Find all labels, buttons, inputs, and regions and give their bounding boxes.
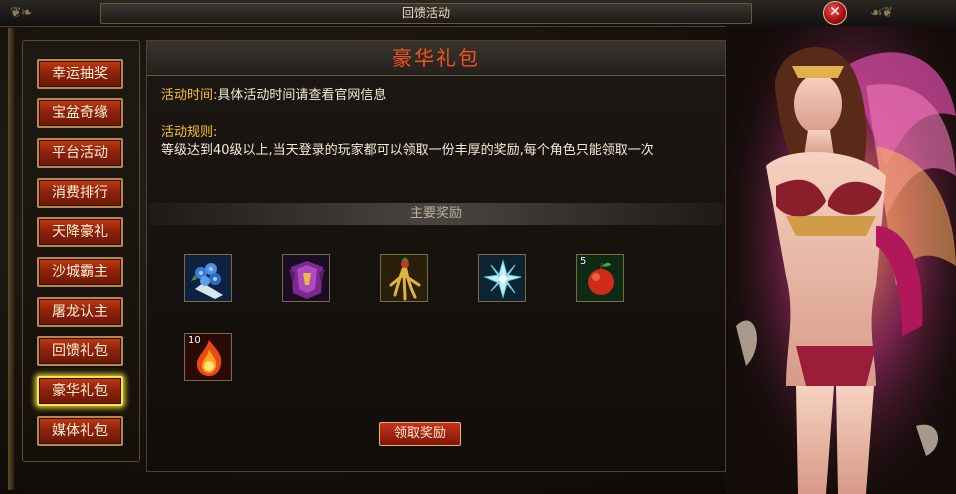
left-ornament: ❦❧ <box>10 5 32 21</box>
event-window: ❦❧ 回馈活动 ☙❦ ✕ 幸运抽奖 宝盆奇缘 平台活动 消费排行 天降豪礼 沙城… <box>0 0 956 494</box>
claim-reward-button[interactable]: 领取奖励 <box>379 422 461 446</box>
close-icon[interactable]: ✕ <box>823 1 847 25</box>
sidebar-item-media-pack[interactable]: 媒体礼包 <box>37 416 123 446</box>
right-ornament: ☙❦ <box>870 5 893 21</box>
crystal-flower-icon[interactable] <box>478 254 526 302</box>
purple-armor-icon[interactable] <box>282 254 330 302</box>
event-rules-text: 等级达到40级以上,当天登录的玩家都可以领取一份丰厚的奖励,每个角色只能领取一次 <box>161 143 654 158</box>
page-title: 豪华礼包 <box>392 46 480 70</box>
item-quantity: 5 <box>580 256 587 267</box>
golden-ginseng-icon[interactable] <box>380 254 428 302</box>
rewards-header: 主要奖励 <box>149 203 723 225</box>
sidebar-item-treasure-basin[interactable]: 宝盆奇缘 <box>37 98 123 128</box>
event-time-label: 活动时间: <box>161 88 218 103</box>
header-bar: 豪华礼包 <box>147 41 725 76</box>
character-portrait <box>726 26 956 494</box>
sidebar-item-sky-gifts[interactable]: 天降豪礼 <box>37 217 123 247</box>
sidebar-item-dragon-slayer[interactable]: 屠龙认主 <box>37 297 123 327</box>
content-panel: 豪华礼包 活动时间:具体活动时间请查看官网信息 活动规则: 等级达到40级以上,… <box>146 40 726 472</box>
activity-sidebar: 幸运抽奖 宝盆奇缘 平台活动 消费排行 天降豪礼 沙城霸主 屠龙认主 回馈礼包 … <box>22 40 140 462</box>
fire-orb-icon[interactable]: 10 <box>184 333 232 381</box>
sidebar-item-sand-city-lord[interactable]: 沙城霸主 <box>37 257 123 287</box>
sidebar-item-deluxe-pack[interactable]: 豪华礼包 <box>37 376 123 406</box>
event-time-row: 活动时间:具体活动时间请查看官网信息 <box>161 84 386 103</box>
event-rules-label: 活动规则: <box>161 125 218 140</box>
sidebar-item-lucky-draw[interactable]: 幸运抽奖 <box>37 59 123 89</box>
event-time-value: 具体活动时间请查看官网信息 <box>217 88 387 103</box>
sidebar-item-spending-rank[interactable]: 消费排行 <box>37 178 123 208</box>
window-title: 回馈活动 <box>100 3 752 24</box>
flower-bouquet-icon[interactable] <box>184 254 232 302</box>
frame-border <box>8 28 14 490</box>
item-quantity: 10 <box>188 335 201 346</box>
sidebar-item-feedback-pack[interactable]: 回馈礼包 <box>37 336 123 366</box>
sidebar-item-platform-event[interactable]: 平台活动 <box>37 138 123 168</box>
title-bar: ❦❧ 回馈活动 ☙❦ ✕ <box>0 0 956 27</box>
red-apple-icon[interactable]: 5 <box>576 254 624 302</box>
